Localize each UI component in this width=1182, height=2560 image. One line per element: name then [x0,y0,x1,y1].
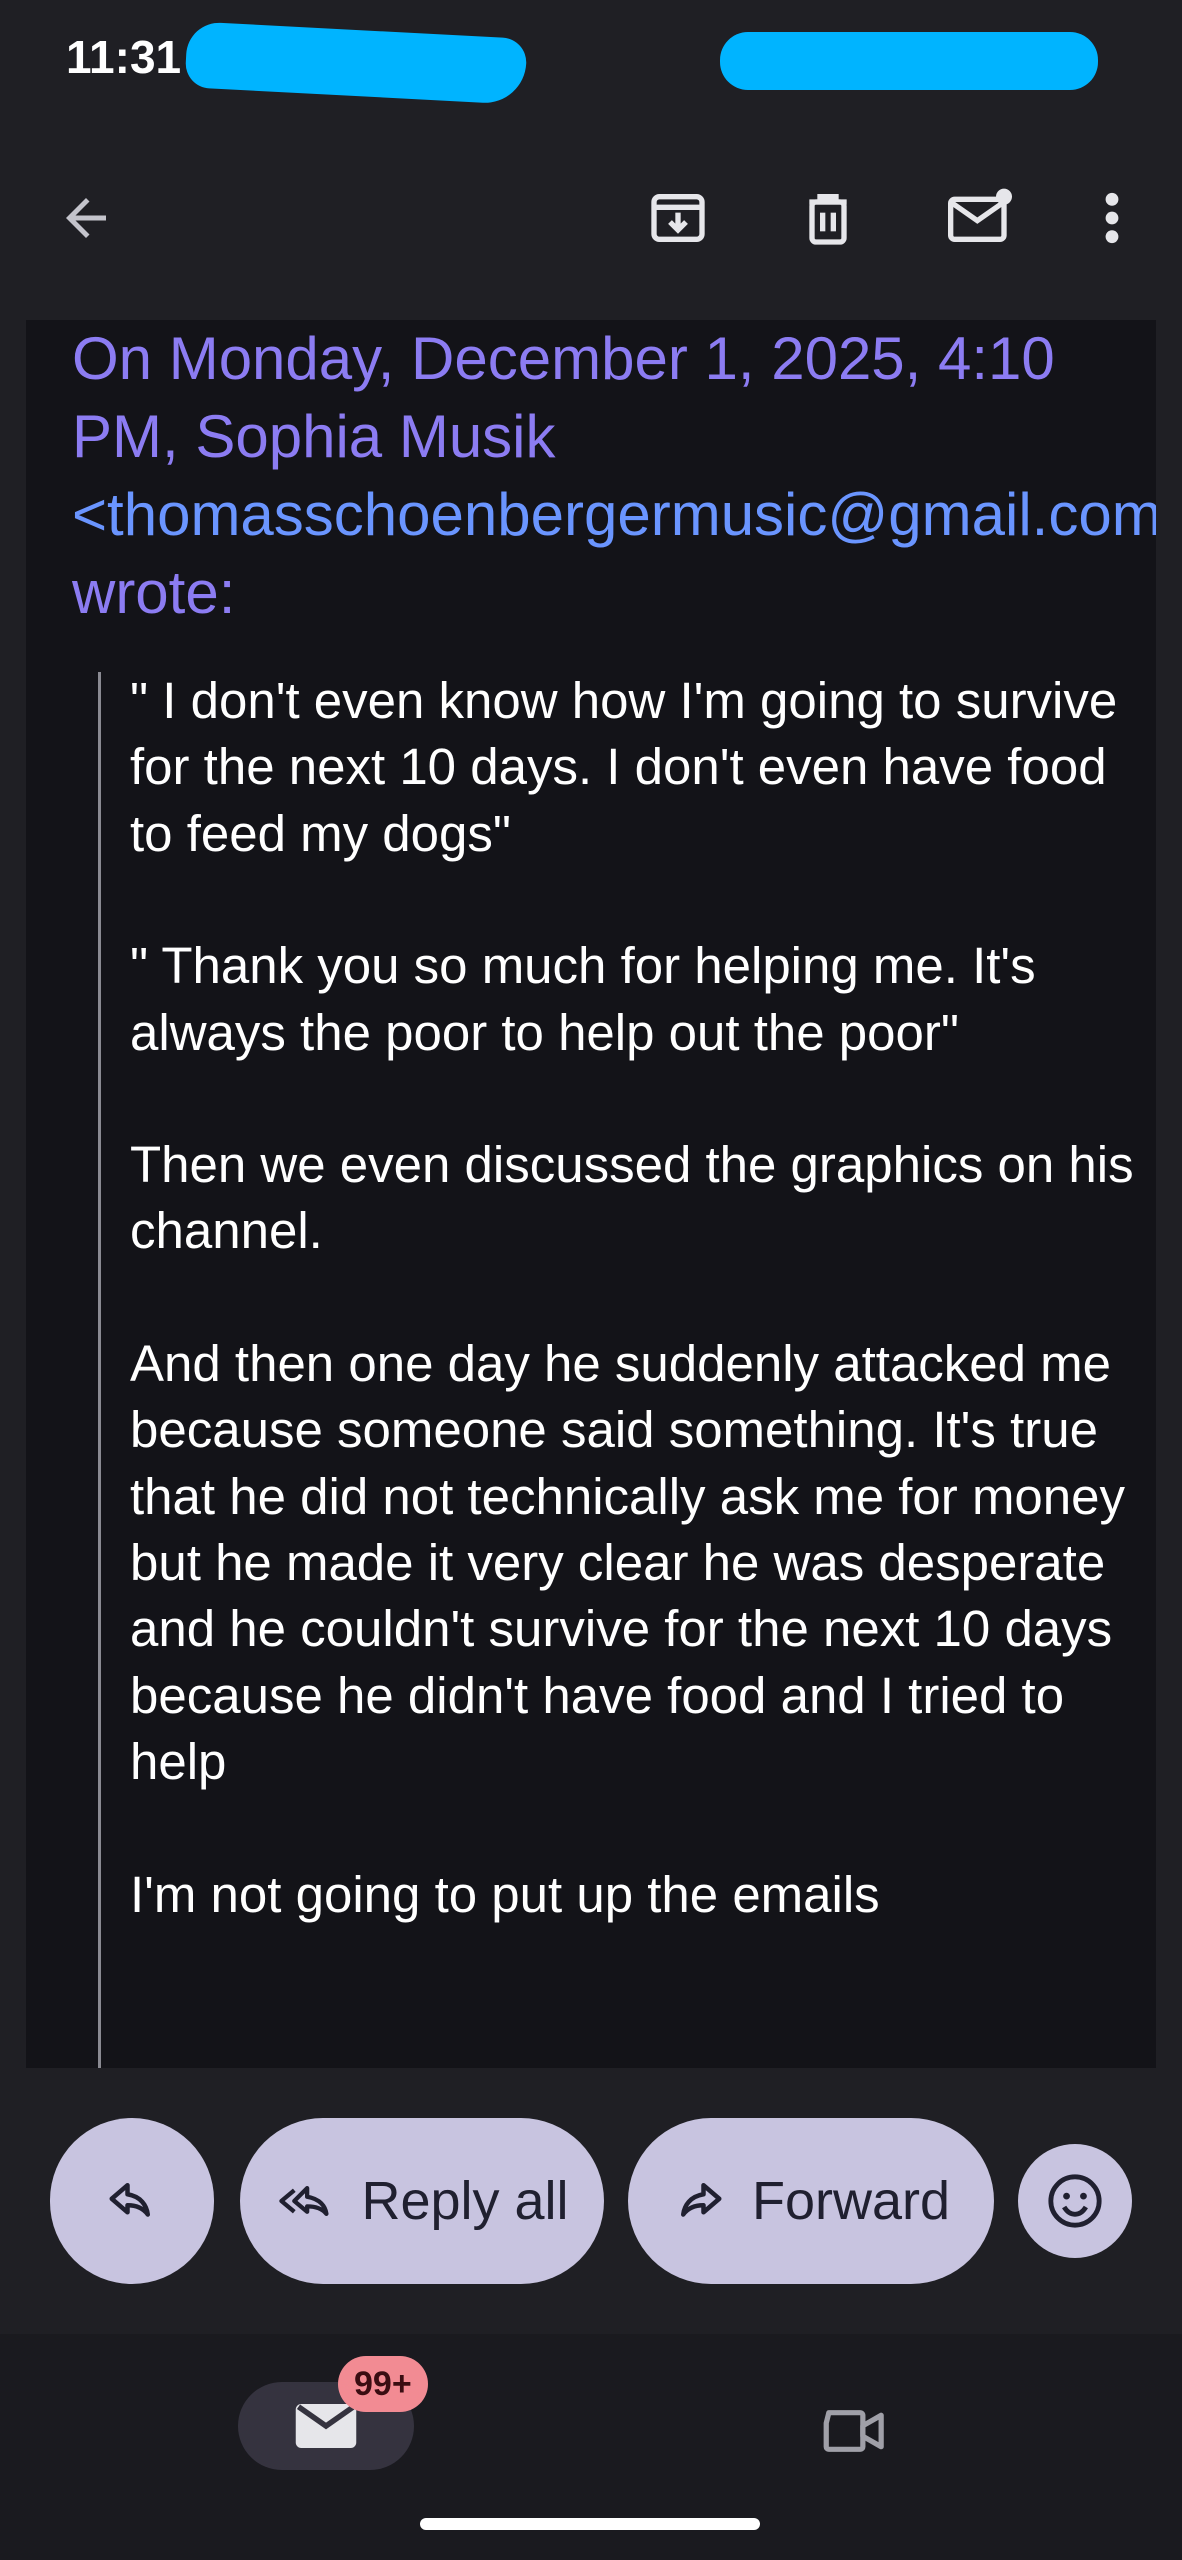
back-button[interactable] [46,178,126,258]
quoted-text: " I don't even know how I'm going to sur… [130,668,1140,1994]
meet-tab[interactable] [812,2388,898,2474]
quoted-paragraph: And then one day he suddenly attacked me… [130,1334,1126,1791]
reply-all-button[interactable]: Reply all [240,2118,604,2284]
redaction-mark [184,21,528,105]
reply-icon [109,2183,150,2217]
redaction-mark [720,32,1098,90]
home-indicator[interactable] [420,2518,760,2530]
top-toolbar [0,150,1182,286]
message-body: On Monday, December 1, 2025, 4:10 PM, So… [26,320,1156,2068]
quoted-paragraph: Then we even discussed the graphics on h… [130,1136,1134,1260]
archive-icon [651,194,705,242]
delete-button[interactable] [788,178,868,258]
quoted-paragraph: " I don't even know how I'm going to sur… [130,672,1118,862]
reply-all-label: Reply all [361,2171,569,2231]
quote-attribution-text: On Monday, December 1, 2025, 4:10 PM, So… [72,325,1055,470]
status-bar: 11:31 [0,0,1182,120]
reply-actions: Reply all Forward [0,2118,1182,2284]
add-reaction-button[interactable] [1018,2144,1132,2258]
sender-email-link[interactable]: <thomasschoenbergermusic@gmail.com> [72,481,1156,548]
quote-attribution-suffix: wrote: [72,559,236,626]
mark-unread-icon [948,188,1012,242]
mark-unread-button[interactable] [940,178,1020,258]
video-camera-icon [823,2410,884,2452]
forward-icon [680,2183,722,2217]
emoji-icon [1048,2174,1102,2228]
reply-all-icon [279,2185,330,2216]
archive-button[interactable] [638,178,718,258]
quoted-paragraph: I'm not going to put up the emails [130,1865,880,1923]
back-arrow-icon [66,198,106,238]
forward-label: Forward [751,2171,951,2231]
reply-button[interactable] [50,2118,214,2284]
quote-bar [98,672,101,2068]
unread-count-badge: 99+ [338,2356,428,2412]
forward-button[interactable]: Forward [628,2118,994,2284]
mail-icon [295,2404,357,2448]
delete-icon [809,194,847,245]
quote-attribution: On Monday, December 1, 2025, 4:10 PM, So… [72,320,1156,632]
quoted-paragraph: " Thank you so much for helping me. It's… [130,937,1036,1061]
more-vert-icon [1105,192,1119,244]
more-options-button[interactable] [1072,178,1152,258]
status-time: 11:31 [66,31,182,83]
